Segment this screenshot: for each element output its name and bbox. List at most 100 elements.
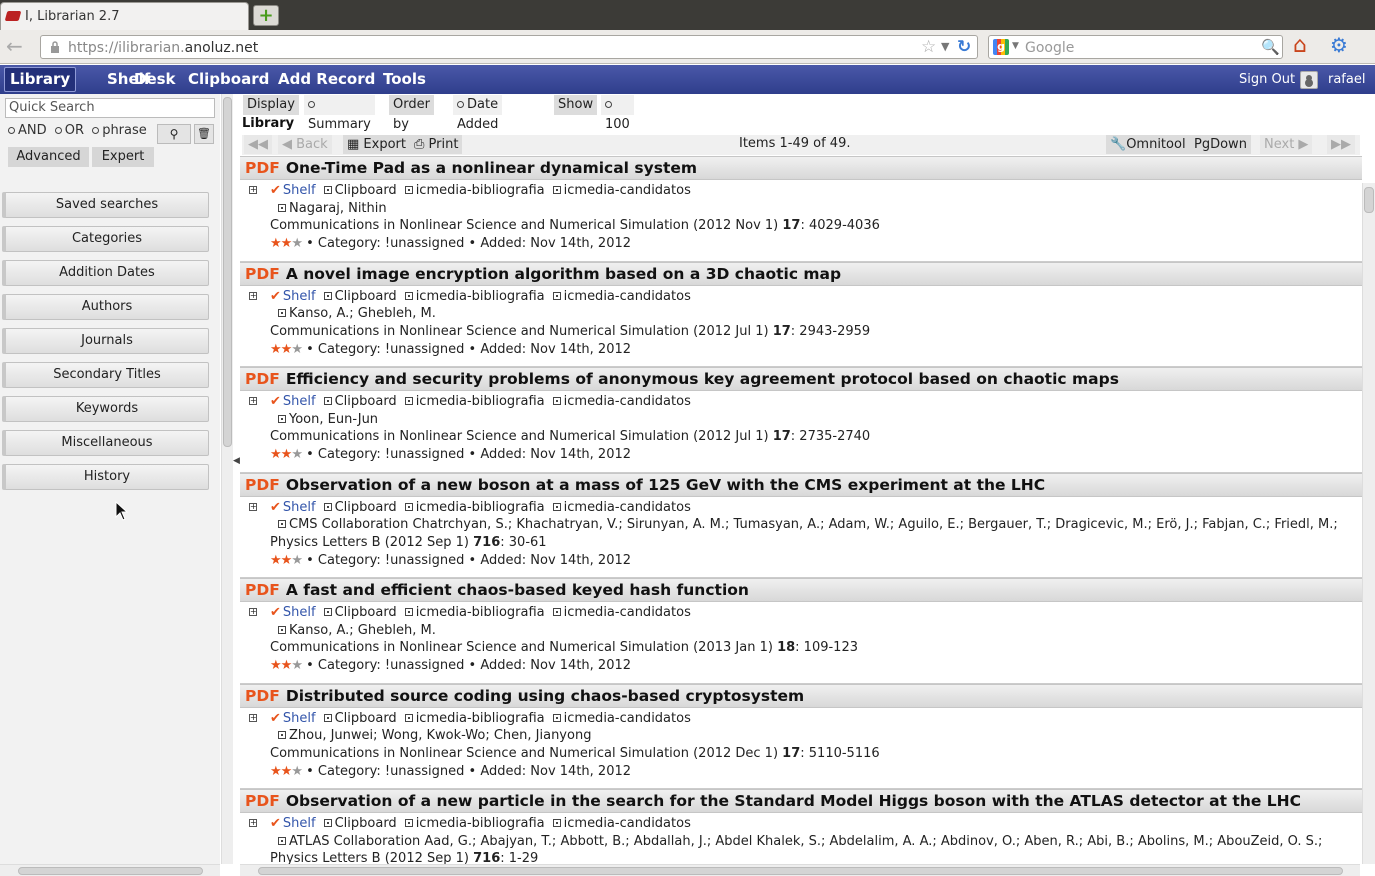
journals-button[interactable]: Journals: [2, 328, 209, 354]
secondary-titles-button[interactable]: Secondary Titles: [2, 362, 209, 388]
sidebar-scrollbar[interactable]: [221, 94, 233, 864]
expand-icon[interactable]: +: [249, 819, 257, 827]
new-tab-button[interactable]: +: [253, 5, 279, 26]
phrase-radio[interactable]: phrase: [92, 123, 147, 138]
rating-stars-icon[interactable]: ★★★: [270, 553, 303, 568]
project-bibliografia-checkbox[interactable]: icmedia-bibliografia: [404, 183, 545, 198]
pdf-link[interactable]: PDF: [245, 792, 280, 810]
expand-icon[interactable]: +: [249, 502, 257, 511]
print-button[interactable]: ⎙ Print: [410, 135, 463, 154]
expand-icon[interactable]: +: [249, 291, 257, 300]
menu-tools[interactable]: Tools: [378, 65, 431, 94]
display-summary-option[interactable]: Summary: [304, 95, 375, 132]
project-bibliografia-checkbox[interactable]: icmedia-bibliografia: [404, 500, 545, 515]
sign-out-link[interactable]: Sign Out: [1239, 72, 1295, 87]
shelf-link[interactable]: Shelf: [283, 183, 316, 198]
record-title[interactable]: Observation of a new particle in the sea…: [286, 792, 1301, 810]
checkmark-icon[interactable]: ✔: [270, 816, 281, 831]
shelf-link[interactable]: Shelf: [283, 816, 316, 831]
order-date-added-option[interactable]: Date Added: [453, 95, 503, 132]
expand-icon[interactable]: +: [249, 608, 257, 616]
project-bibliografia-checkbox[interactable]: icmedia-bibliografia: [404, 711, 545, 726]
next-button[interactable]: Next ▶: [1260, 135, 1313, 154]
first-page-icon[interactable]: ◀◀: [244, 135, 272, 154]
export-button[interactable]: ▦ Export: [343, 135, 410, 154]
history-button[interactable]: History: [2, 464, 209, 490]
project-bibliografia-checkbox[interactable]: icmedia-bibliografia: [404, 605, 545, 620]
home-icon[interactable]: ⌂: [1293, 33, 1307, 58]
clipboard-checkbox[interactable]: Clipboard: [323, 183, 397, 198]
rating-stars-icon[interactable]: ★★★: [270, 764, 303, 779]
rating-stars-icon[interactable]: ★★★: [270, 658, 303, 673]
browser-search-box[interactable]: g ▼ Google 🔍: [988, 35, 1283, 59]
quick-search-input[interactable]: Quick Search: [5, 98, 215, 118]
pdf-link[interactable]: PDF: [245, 265, 280, 283]
url-dropdown-icon[interactable]: ▼: [941, 40, 949, 53]
main-hscroll-thumb[interactable]: [258, 867, 1343, 875]
record-title[interactable]: Efficiency and security problems of anon…: [286, 370, 1119, 388]
project-candidatos-checkbox[interactable]: icmedia-candidatos: [552, 816, 691, 831]
search-icon[interactable]: 🔍: [1261, 38, 1280, 56]
sidebar-hscroll-thumb[interactable]: [18, 867, 203, 875]
pdf-link[interactable]: PDF: [245, 687, 280, 705]
address-bar[interactable]: https://ilibrarian.anoluz.net ☆ ▼ ↻: [40, 35, 978, 59]
pdf-link[interactable]: PDF: [245, 159, 280, 177]
checkmark-icon[interactable]: ✔: [270, 711, 281, 726]
shelf-link[interactable]: Shelf: [283, 711, 316, 726]
menu-add-record[interactable]: Add Record: [273, 65, 380, 94]
rating-stars-icon[interactable]: ★★★: [270, 447, 303, 462]
quick-search-button[interactable]: ⚲: [157, 124, 191, 144]
shelf-link[interactable]: Shelf: [283, 605, 316, 620]
or-radio[interactable]: OR: [54, 123, 84, 138]
shelf-link[interactable]: Shelf: [283, 500, 316, 515]
project-bibliografia-checkbox[interactable]: icmedia-bibliografia: [404, 289, 545, 304]
record-title[interactable]: A novel image encryption algorithm based…: [286, 265, 841, 283]
project-candidatos-checkbox[interactable]: icmedia-candidatos: [552, 605, 691, 620]
advanced-search-tab[interactable]: Advanced: [8, 147, 89, 167]
checkmark-icon[interactable]: ✔: [270, 183, 281, 198]
project-bibliografia-checkbox[interactable]: icmedia-bibliografia: [404, 394, 545, 409]
project-candidatos-checkbox[interactable]: icmedia-candidatos: [552, 711, 691, 726]
rating-stars-icon[interactable]: ★★★: [270, 236, 303, 251]
rating-stars-icon[interactable]: ★★★: [270, 342, 303, 357]
bookmark-star-icon[interactable]: ☆: [921, 37, 936, 57]
clear-search-trash-icon[interactable]: 🗑: [194, 124, 214, 144]
pdf-link[interactable]: PDF: [245, 581, 280, 599]
categories-button[interactable]: Categories: [2, 226, 209, 252]
expand-icon[interactable]: +: [249, 713, 257, 722]
menu-clipboard[interactable]: Clipboard: [183, 65, 274, 94]
menu-desk[interactable]: Desk: [129, 65, 181, 94]
addition-dates-button[interactable]: Addition Dates: [2, 260, 209, 286]
search-engine-dropdown-icon[interactable]: ▼: [1012, 41, 1019, 51]
and-radio[interactable]: AND: [8, 123, 47, 138]
clipboard-checkbox[interactable]: Clipboard: [323, 816, 397, 831]
browser-tab[interactable]: I, Librarian 2.7: [0, 2, 249, 30]
sidebar-horizontal-scrollbar[interactable]: [0, 864, 220, 876]
checkmark-icon[interactable]: ✔: [270, 289, 281, 304]
project-candidatos-checkbox[interactable]: icmedia-candidatos: [552, 289, 691, 304]
clipboard-checkbox[interactable]: Clipboard: [323, 394, 397, 409]
shelf-link[interactable]: Shelf: [283, 394, 316, 409]
expand-icon[interactable]: +: [249, 186, 257, 194]
miscellaneous-button[interactable]: Miscellaneous: [2, 430, 209, 456]
google-icon[interactable]: g: [993, 39, 1009, 55]
clipboard-checkbox[interactable]: Clipboard: [323, 711, 397, 726]
record-title[interactable]: One-Time Pad as a nonlinear dynamical sy…: [286, 159, 697, 177]
username[interactable]: rafael: [1328, 72, 1365, 87]
sidebar-scroll-thumb[interactable]: [223, 97, 232, 447]
checkmark-icon[interactable]: ✔: [270, 500, 281, 515]
project-bibliografia-checkbox[interactable]: icmedia-bibliografia: [404, 816, 545, 831]
reload-icon[interactable]: ↻: [957, 37, 971, 57]
main-vertical-scrollbar[interactable]: [1362, 183, 1375, 864]
main-vscroll-thumb[interactable]: [1364, 187, 1374, 213]
menu-library[interactable]: Library: [4, 67, 77, 92]
project-candidatos-checkbox[interactable]: icmedia-candidatos: [552, 394, 691, 409]
last-page-icon[interactable]: ▶▶: [1327, 135, 1355, 154]
pgdown-button[interactable]: PgDown: [1190, 135, 1251, 154]
checkmark-icon[interactable]: ✔: [270, 605, 281, 620]
saved-searches-button[interactable]: Saved searches: [2, 192, 209, 218]
pdf-link[interactable]: PDF: [245, 370, 280, 388]
collapse-sidebar-arrow-icon[interactable]: ◀: [233, 456, 240, 466]
record-title[interactable]: A fast and efficient chaos-based keyed h…: [286, 581, 749, 599]
checkmark-icon[interactable]: ✔: [270, 394, 281, 409]
